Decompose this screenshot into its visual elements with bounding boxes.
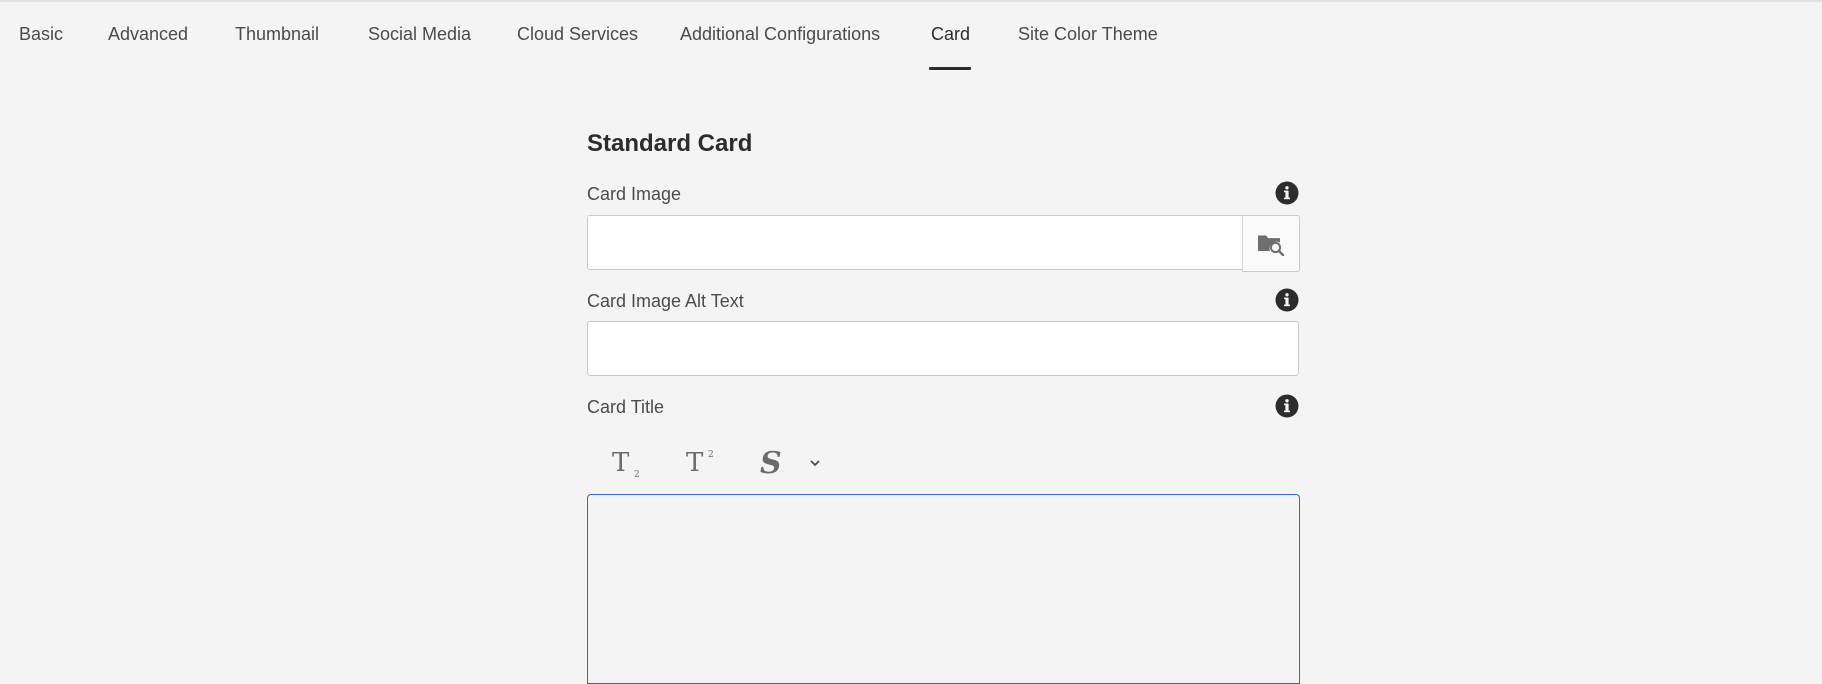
card-image-field[interactable] xyxy=(587,215,1243,270)
strikethrough-icon: S xyxy=(760,446,782,480)
tab-social-media[interactable]: Social Media xyxy=(368,24,471,45)
tab-cloud-services[interactable]: Cloud Services xyxy=(517,24,638,45)
card-image-alt-field[interactable] xyxy=(587,321,1299,376)
card-image-alt-input[interactable] xyxy=(588,322,1298,375)
tab-basic[interactable]: Basic xyxy=(19,24,63,45)
subscript-button[interactable]: T 2 xyxy=(602,443,646,483)
format-dropdown-button[interactable] xyxy=(800,443,830,483)
tab-additional-configurations[interactable]: Additional Configurations xyxy=(680,24,880,45)
card-image-label: Card Image xyxy=(587,184,682,204)
info-icon[interactable] xyxy=(1275,288,1299,312)
svg-text:T: T xyxy=(686,448,704,478)
card-title-rich-text-editor[interactable] xyxy=(587,494,1300,684)
svg-text:T: T xyxy=(612,448,630,478)
svg-text:S: S xyxy=(760,446,782,480)
tab-thumbnail[interactable]: Thumbnail xyxy=(235,24,319,45)
card-image-input[interactable] xyxy=(588,216,1242,269)
info-icon[interactable] xyxy=(1275,394,1299,418)
superscript-icon: T 2 xyxy=(686,448,714,478)
card-title-label: Card Title xyxy=(587,397,665,417)
chevron-down-icon xyxy=(810,460,820,467)
strikethrough-button[interactable]: S xyxy=(748,443,792,483)
tab-site-color-theme[interactable]: Site Color Theme xyxy=(1018,24,1158,45)
section-title: Standard Card xyxy=(587,130,753,157)
tab-advanced[interactable]: Advanced xyxy=(108,24,188,45)
card-image-alt-label: Card Image Alt Text xyxy=(587,291,744,311)
superscript-button[interactable]: T 2 xyxy=(676,443,720,483)
tab-bar: Basic Advanced Thumbnail Social Media Cl… xyxy=(0,2,1822,70)
active-tab-indicator xyxy=(929,67,971,70)
browse-asset-button[interactable] xyxy=(1242,215,1300,272)
info-icon[interactable] xyxy=(1275,181,1299,205)
folder-search-icon xyxy=(1258,235,1285,256)
svg-text:2: 2 xyxy=(708,450,714,460)
tab-card[interactable]: Card xyxy=(931,24,970,45)
svg-text:2: 2 xyxy=(634,470,640,480)
subscript-icon: T 2 xyxy=(612,448,640,480)
